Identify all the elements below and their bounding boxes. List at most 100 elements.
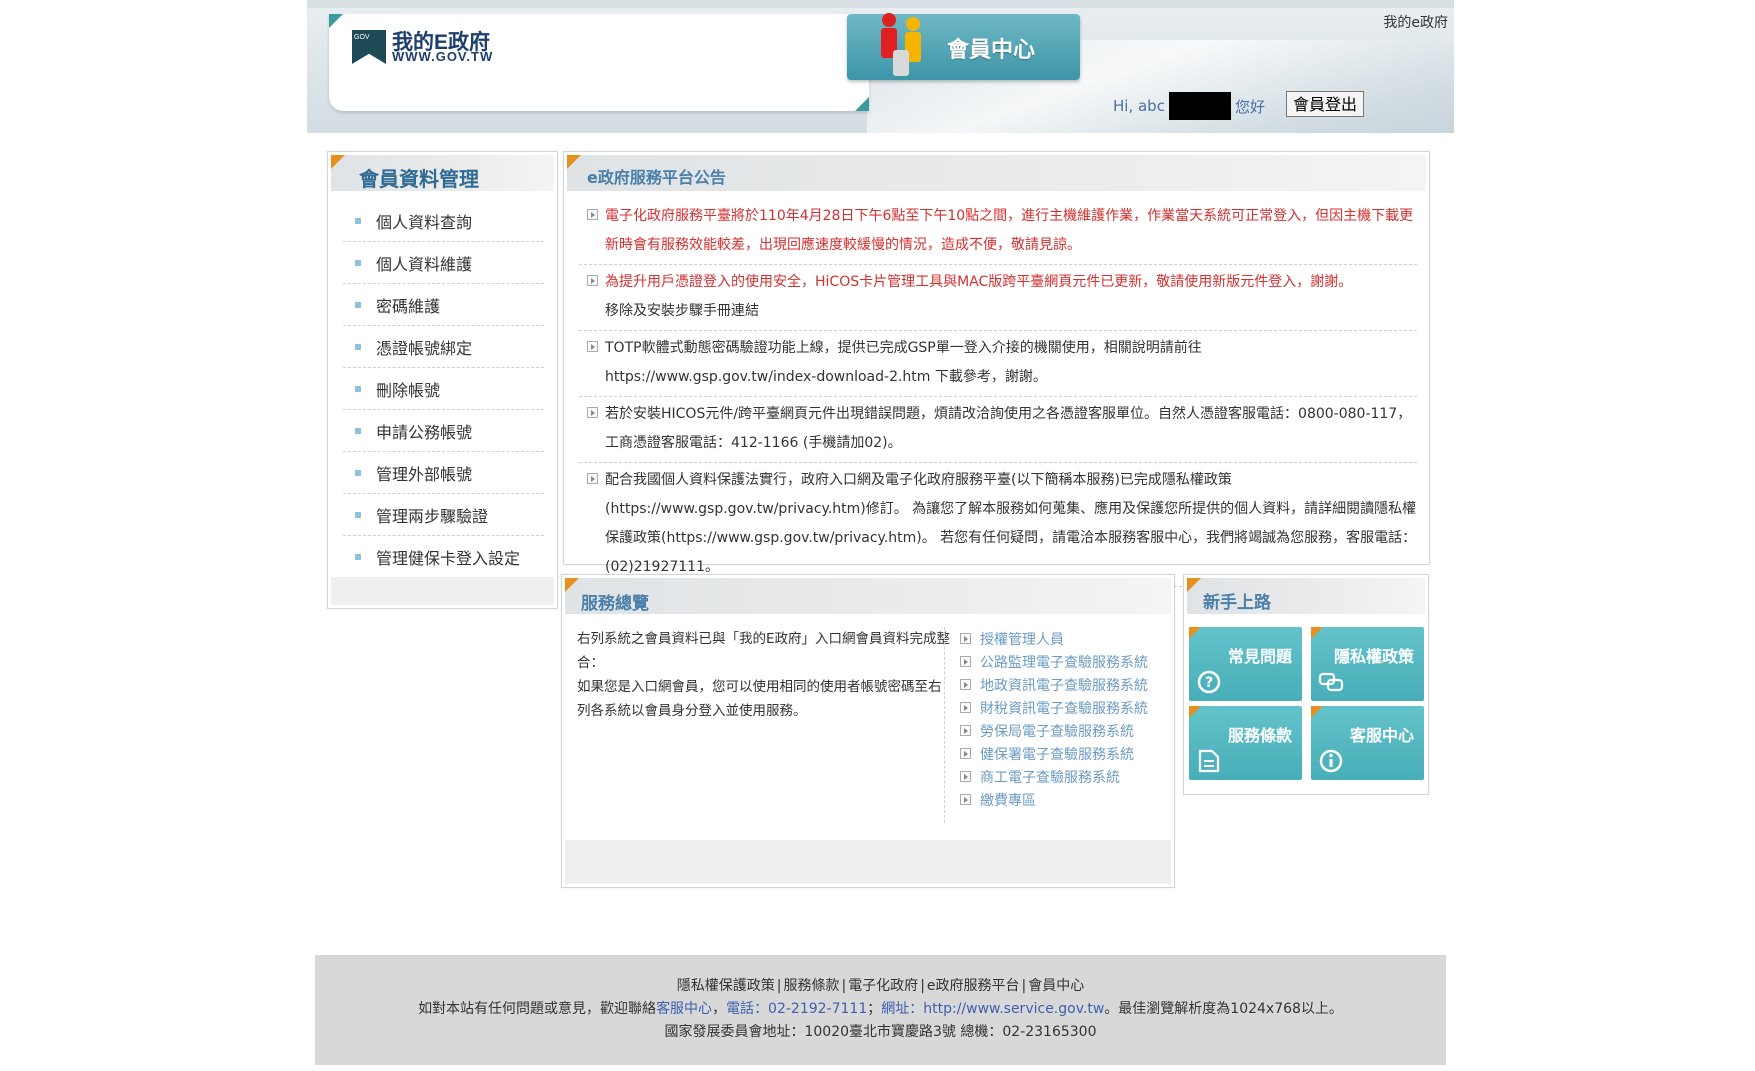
newcomer-title: 新手上路 [1203, 593, 1271, 613]
bullet-icon [355, 385, 361, 392]
service-link[interactable]: 繳費專區 [960, 788, 1170, 811]
footer-service-url[interactable]: ：http://www.service.gov.tw [909, 1001, 1104, 1017]
sidebar-item-label: 申請公務帳號 [376, 422, 473, 442]
announcement-text: 配合我國個人資料保護法實行，政府入口網及電子化政府服務平臺(以下簡稱本服務)已完… [605, 472, 1417, 575]
arrow-box-icon [587, 407, 598, 418]
sidebar-menu: 個人資料查詢 個人資料維護 密碼維護 憑證帳號綁定 刪除帳號 申請公務帳號 管理… [343, 200, 544, 578]
footer-customer-service-link[interactable]: 客服中心 [656, 1001, 712, 1017]
sidebar-item-health-card[interactable]: 管理健保卡登入設定 [343, 536, 544, 578]
announcement-panel: e政府服務平台公告 電子化政府服務平臺將於110年4月28日下午6點至下午10點… [563, 151, 1430, 587]
footer-contact: 如對本站有任何問題或意見，歡迎聯絡客服中心，電話：02-2192-7111；網址… [418, 1001, 1343, 1017]
tile-label: 客服中心 [1349, 726, 1414, 745]
announcement-item[interactable]: 若於安裝HICOS元件/跨平臺網頁元件出現錯誤問題，煩請改洽詢使用之各憑證客服單… [579, 397, 1417, 463]
corner-flag-icon [565, 578, 579, 592]
service-link[interactable]: 財稅資訊電子查驗服務系統 [960, 696, 1170, 719]
announcement-item[interactable]: TOTP軟體式動態密碼驗證功能上線，提供已完成GSP單一登入介接的機關使用，相關… [579, 331, 1417, 397]
service-link[interactable]: 地政資訊電子查驗服務系統 [960, 673, 1170, 696]
footer-links: 隱私權保護政策 | 服務條款 | 電子化政府 | e政府服務平台 | 會員中心 [315, 975, 1446, 995]
service-link-label: 地政資訊電子查驗服務系統 [980, 677, 1148, 694]
sidebar-item-label: 管理健保卡登入設定 [376, 548, 521, 568]
sidebar-item-profile-edit[interactable]: 個人資料維護 [343, 242, 544, 284]
service-link-label: 授權管理人員 [980, 631, 1064, 648]
sidebar-item-external-accounts[interactable]: 管理外部帳號 [343, 452, 544, 494]
divider [944, 627, 945, 823]
install-guide-link[interactable]: 移除及安裝步驟手冊連結 [605, 303, 759, 319]
site-logo[interactable]: GOV 我的E政府 WWW.GOV.TW [352, 28, 552, 68]
bullet-icon [355, 301, 361, 308]
panel-footer [565, 840, 1171, 884]
announcement-item[interactable]: 配合我國個人資料保護法實行，政府入口網及電子化政府服務平臺(以下簡稱本服務)已完… [579, 463, 1417, 587]
arrow-box-icon [960, 656, 971, 667]
privacy-policy-tile[interactable]: 隱私權政策 [1311, 627, 1424, 701]
phone-value: ：02-2192-7111 [754, 1001, 868, 1017]
service-link-label: 繳費專區 [980, 792, 1036, 809]
service-link[interactable]: 授權管理人員 [960, 627, 1170, 650]
chat-icon [1318, 672, 1344, 692]
service-overview-panel: 服務總覽 右列系統之會員資料已與「我的E政府」入口網會員資料完成整合： 如果您是… [561, 574, 1175, 888]
footer-link-platform[interactable]: e政府服務平台 [927, 978, 1020, 994]
tile-label: 隱私權政策 [1333, 647, 1414, 666]
announcement-title: e政府服務平台公告 [587, 168, 726, 187]
bullet-icon [355, 217, 361, 224]
sidebar-item-password[interactable]: 密碼維護 [343, 284, 544, 326]
sidebar-item-two-step[interactable]: 管理兩步驟驗證 [343, 494, 544, 536]
logout-button[interactable]: 會員登出 [1286, 91, 1364, 117]
footer-address: 國家發展委員會地址：10020臺北市寶慶路3號 總機：02-23165300 [664, 1024, 1097, 1040]
sidebar-item-profile-query[interactable]: 個人資料查詢 [343, 200, 544, 242]
announcement-text: 電子化政府服務平臺將於110年4月28日下午6點至下午10點之間，進行主機維護作… [605, 208, 1414, 253]
sidebar-item-official-account[interactable]: 申請公務帳號 [343, 410, 544, 452]
faq-tile[interactable]: 常見問題 ? [1189, 627, 1302, 701]
members-icon [881, 13, 921, 76]
corner-accent [329, 14, 343, 28]
service-link[interactable]: 公路監理電子查驗服務系統 [960, 650, 1170, 673]
member-center-banner[interactable]: 會員中心 [847, 13, 1080, 80]
service-link[interactable]: 健保署電子查驗服務系統 [960, 742, 1170, 765]
sidebar-item-label: 憑證帳號綁定 [376, 338, 473, 358]
terms-tile[interactable]: 服務條款 [1189, 706, 1302, 780]
corner-flag-icon [1189, 706, 1201, 718]
footer-link-member[interactable]: 會員中心 [1028, 978, 1084, 994]
info-icon [1319, 749, 1343, 773]
tile-label: 常見問題 [1227, 647, 1292, 666]
bullet-icon [355, 553, 361, 560]
panel-header: e政府服務平台公告 [567, 155, 1426, 191]
panel-footer [331, 577, 554, 605]
sidebar-item-label: 個人資料查詢 [376, 212, 473, 232]
sidebar-item-delete-account[interactable]: 刪除帳號 [343, 368, 544, 410]
site-footer: 隱私權保護政策 | 服務條款 | 電子化政府 | e政府服務平台 | 會員中心 如對本站有任何問… [315, 955, 1446, 1065]
logo-url: WWW.GOV.TW [392, 49, 494, 64]
corner-accent [855, 97, 869, 111]
banner-title: 會員中心 [947, 38, 1036, 63]
footer-link-privacy[interactable]: 隱私權保護政策 [677, 978, 775, 994]
footer-link-terms[interactable]: 服務條款 [783, 978, 839, 994]
service-link[interactable]: 商工電子查驗服務系統 [960, 765, 1170, 788]
sidebar-item-label: 管理兩步驟驗證 [376, 506, 489, 526]
footer-link-egov[interactable]: 電子化政府 [848, 978, 918, 994]
announcement-item[interactable]: 為提升用戶憑證登入的使用安全，HiCOS卡片管理工具與MAC版跨平臺網頁元件已更… [579, 265, 1417, 331]
arrow-box-icon [960, 702, 971, 713]
service-link-label: 商工電子查驗服務系統 [980, 769, 1120, 786]
header-topbar [307, 0, 1454, 8]
member-management-panel: 會員資料管理 個人資料查詢 個人資料維護 密碼維護 憑證帳號綁定 刪除帳號 申請… [327, 151, 558, 609]
arrow-box-icon [587, 209, 598, 220]
greeting-prefix: Hi, abc [1113, 97, 1165, 115]
sidebar-item-label: 密碼維護 [376, 296, 441, 316]
sidebar-item-certificate-binding[interactable]: 憑證帳號綁定 [343, 326, 544, 368]
arrow-box-icon [587, 473, 598, 484]
sidebar-item-label: 刪除帳號 [376, 380, 441, 400]
sidebar-item-label: 管理外部帳號 [376, 464, 473, 484]
site-header: GOV 我的E政府 WWW.GOV.TW 會員中心 我的e政府 Hi, abc … [307, 0, 1454, 133]
bullet-icon [355, 511, 361, 518]
announcement-item[interactable]: 電子化政府服務平臺將於110年4月28日下午6點至下午10點之間，進行主機維護作… [579, 199, 1417, 265]
panel-header: 會員資料管理 [331, 155, 554, 191]
punctuation: ， [712, 1001, 727, 1017]
customer-service-tile[interactable]: 客服中心 [1311, 706, 1424, 780]
arrow-box-icon [960, 725, 971, 736]
contact-prefix: 如對本站有任何問題或意見，歡迎聯絡 [418, 1001, 657, 1017]
corner-flag-icon [331, 155, 345, 169]
service-link[interactable]: 勞保局電子查驗服務系統 [960, 719, 1170, 742]
corner-flag-icon [567, 155, 581, 169]
panel-header: 新手上路 [1187, 578, 1425, 614]
url-label: 網址 [881, 1001, 910, 1017]
my-egov-link[interactable]: 我的e政府 [1383, 12, 1448, 32]
